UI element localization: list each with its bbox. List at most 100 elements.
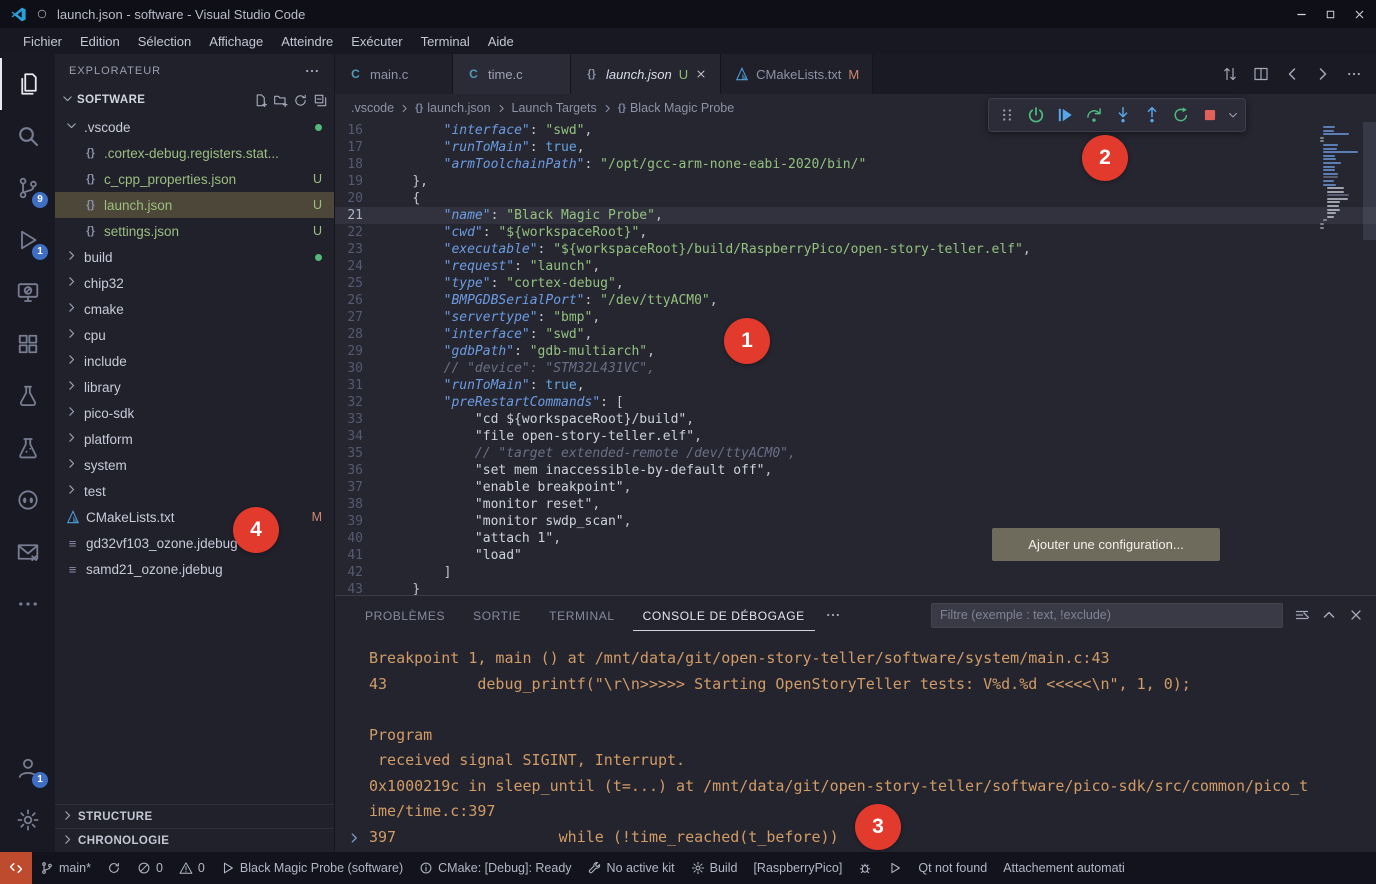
menu-ex-cuter[interactable]: Exécuter	[342, 31, 411, 52]
activity-mail-icon[interactable]	[0, 526, 55, 578]
status-sync[interactable]	[99, 852, 129, 884]
chevron-up-icon[interactable]	[1321, 607, 1337, 623]
add-configuration-button[interactable]: Ajouter une configuration...	[992, 528, 1220, 561]
minimap[interactable]	[1316, 126, 1362, 230]
new-file-icon[interactable]	[253, 93, 268, 108]
menu-terminal[interactable]: Terminal	[412, 31, 479, 52]
activity-test-flask-icon[interactable]	[0, 422, 55, 474]
breadcrumb-vscode[interactable]: .vscode	[351, 101, 394, 115]
clear-console-icon[interactable]	[1294, 607, 1310, 623]
compare-icon[interactable]	[1222, 66, 1238, 82]
more-actions-icon[interactable]	[304, 63, 320, 79]
tab-launch-json[interactable]: {}launch.jsonU	[571, 54, 721, 94]
status-cmake-debug[interactable]	[850, 852, 880, 884]
console-prompt[interactable]	[347, 831, 361, 848]
activity-run-debug-icon[interactable]: 1	[0, 214, 55, 266]
activity-files-icon[interactable]	[0, 58, 55, 110]
status-cmake-status[interactable]: CMake: [Debug]: Ready	[411, 852, 579, 884]
tree-item-cmakelists-txt[interactable]: CMakeLists.txtM	[55, 504, 334, 530]
tree-item-samd21-ozone-jdebug[interactable]: ≡samd21_ozone.jdebug	[55, 556, 334, 582]
debug-step-out-icon[interactable]	[1138, 101, 1165, 129]
debug-power-icon[interactable]	[1022, 101, 1049, 129]
panel-tab-console-de-d-bogage[interactable]: CONSOLE DE DÉBOGAGE	[633, 600, 815, 631]
tree-item-cmake[interactable]: cmake	[55, 296, 334, 322]
status-cmake-build[interactable]: Build	[683, 852, 746, 884]
menu-affichage[interactable]: Affichage	[200, 31, 272, 52]
refresh-icon[interactable]	[293, 93, 308, 108]
breadcrumb-launch-targets[interactable]: Launch Targets	[512, 101, 597, 115]
close-tab-icon[interactable]	[695, 68, 707, 80]
activity-remote-explorer-icon[interactable]	[0, 266, 55, 318]
minimize-button[interactable]	[1295, 8, 1308, 21]
tree-item-vscode[interactable]: .vscode	[55, 114, 334, 140]
section-structure[interactable]: STRUCTURE	[55, 804, 334, 828]
status-warnings[interactable]: 0	[171, 852, 213, 884]
activity-test-beaker-icon[interactable]	[0, 370, 55, 422]
debug-step-over-icon[interactable]	[1080, 101, 1107, 129]
status-errors[interactable]: 0	[129, 852, 171, 884]
code-editor[interactable]: 16 "interface": "swd",17 "runToMain": tr…	[335, 122, 1376, 595]
menu-fichier[interactable]: Fichier	[14, 31, 71, 52]
tree-item-launch-json[interactable]: {}launch.jsonU	[55, 192, 334, 218]
tree-item-build[interactable]: build	[55, 244, 334, 270]
split-editor-icon[interactable]	[1253, 66, 1269, 82]
breadcrumb-launch-json[interactable]: {}launch.json	[415, 101, 490, 115]
tree-item-pico-sdk[interactable]: pico-sdk	[55, 400, 334, 426]
menu-s-lection[interactable]: Sélection	[129, 31, 200, 52]
panel-tab-probl-mes[interactable]: PROBLÈMES	[355, 600, 455, 631]
panel-tab-sortie[interactable]: SORTIE	[463, 600, 531, 631]
menu-aide[interactable]: Aide	[479, 31, 523, 52]
debug-continue-icon[interactable]	[1051, 101, 1078, 129]
tree-item-gd32vf103-ozone-jdebug[interactable]: ≡gd32vf103_ozone.jdebug	[55, 530, 334, 556]
activity-platformio-icon[interactable]	[0, 474, 55, 526]
status-git-branch[interactable]: main*	[32, 852, 99, 884]
tree-item-test[interactable]: test	[55, 478, 334, 504]
tab-main-c[interactable]: Cmain.c	[335, 54, 453, 94]
new-folder-icon[interactable]	[273, 93, 288, 108]
tree-item-library[interactable]: library	[55, 374, 334, 400]
tree-item-system[interactable]: system	[55, 452, 334, 478]
panel-tab-terminal[interactable]: TERMINAL	[539, 600, 624, 631]
status-cmake-launch[interactable]	[880, 852, 910, 884]
chevron-down-icon[interactable]	[1225, 101, 1241, 129]
tree-item-platform[interactable]: platform	[55, 426, 334, 452]
debug-step-into-icon[interactable]	[1109, 101, 1136, 129]
status-qt-status[interactable]: Qt not found	[910, 852, 995, 884]
tree-item-c-cpp-properties-json[interactable]: {}c_cpp_properties.jsonU	[55, 166, 334, 192]
menu-atteindre[interactable]: Atteindre	[272, 31, 342, 52]
tree-item-cpu[interactable]: cpu	[55, 322, 334, 348]
tab-cmakelists-txt[interactable]: CMakeLists.txtM	[721, 54, 873, 94]
status-remote-indicator[interactable]	[0, 852, 32, 884]
section-chronologie[interactable]: CHRONOLOGIE	[55, 828, 334, 852]
tree-item-settings-json[interactable]: {}settings.jsonU	[55, 218, 334, 244]
arrow-right-icon[interactable]	[1315, 66, 1331, 82]
status-debug-configuration[interactable]: Black Magic Probe (software)	[213, 852, 411, 884]
status-active-kit[interactable]: No active kit	[580, 852, 683, 884]
collapse-all-icon[interactable]	[313, 93, 328, 108]
section-software[interactable]: SOFTWARE	[55, 88, 334, 112]
tab-time-c[interactable]: Ctime.c	[453, 54, 571, 94]
filter-input[interactable]	[931, 603, 1283, 628]
activity-source-control-icon[interactable]: 9	[0, 162, 55, 214]
breadcrumb-black-magic-probe[interactable]: {}Black Magic Probe	[618, 101, 734, 115]
activity-search-icon[interactable]	[0, 110, 55, 162]
panel-more-icon[interactable]	[825, 607, 841, 623]
status-auto-attach[interactable]: Attachement automati	[995, 852, 1133, 884]
gripper-icon[interactable]	[993, 101, 1020, 129]
close-button[interactable]	[1353, 8, 1366, 21]
tree-item-cortex-debug-registers-stat[interactable]: {}.cortex-debug.registers.stat...	[55, 140, 334, 166]
arrow-left-icon[interactable]	[1284, 66, 1300, 82]
menu-edition[interactable]: Edition	[71, 31, 129, 52]
close-icon[interactable]	[1348, 607, 1364, 623]
tree-item-chip32[interactable]: chip32	[55, 270, 334, 296]
debug-restart-icon[interactable]	[1167, 101, 1194, 129]
maximize-button[interactable]	[1324, 8, 1337, 21]
activity-settings-gear-icon[interactable]	[0, 794, 55, 846]
editor-scrollbar[interactable]	[1363, 122, 1376, 595]
scrollbar-thumb[interactable]	[1363, 122, 1376, 240]
debug-stop-icon[interactable]	[1196, 101, 1223, 129]
ellipsis-icon[interactable]	[1346, 66, 1362, 82]
activity-accounts-icon[interactable]: 1	[0, 742, 55, 794]
activity-extensions-icon[interactable]	[0, 318, 55, 370]
tree-item-include[interactable]: include	[55, 348, 334, 374]
